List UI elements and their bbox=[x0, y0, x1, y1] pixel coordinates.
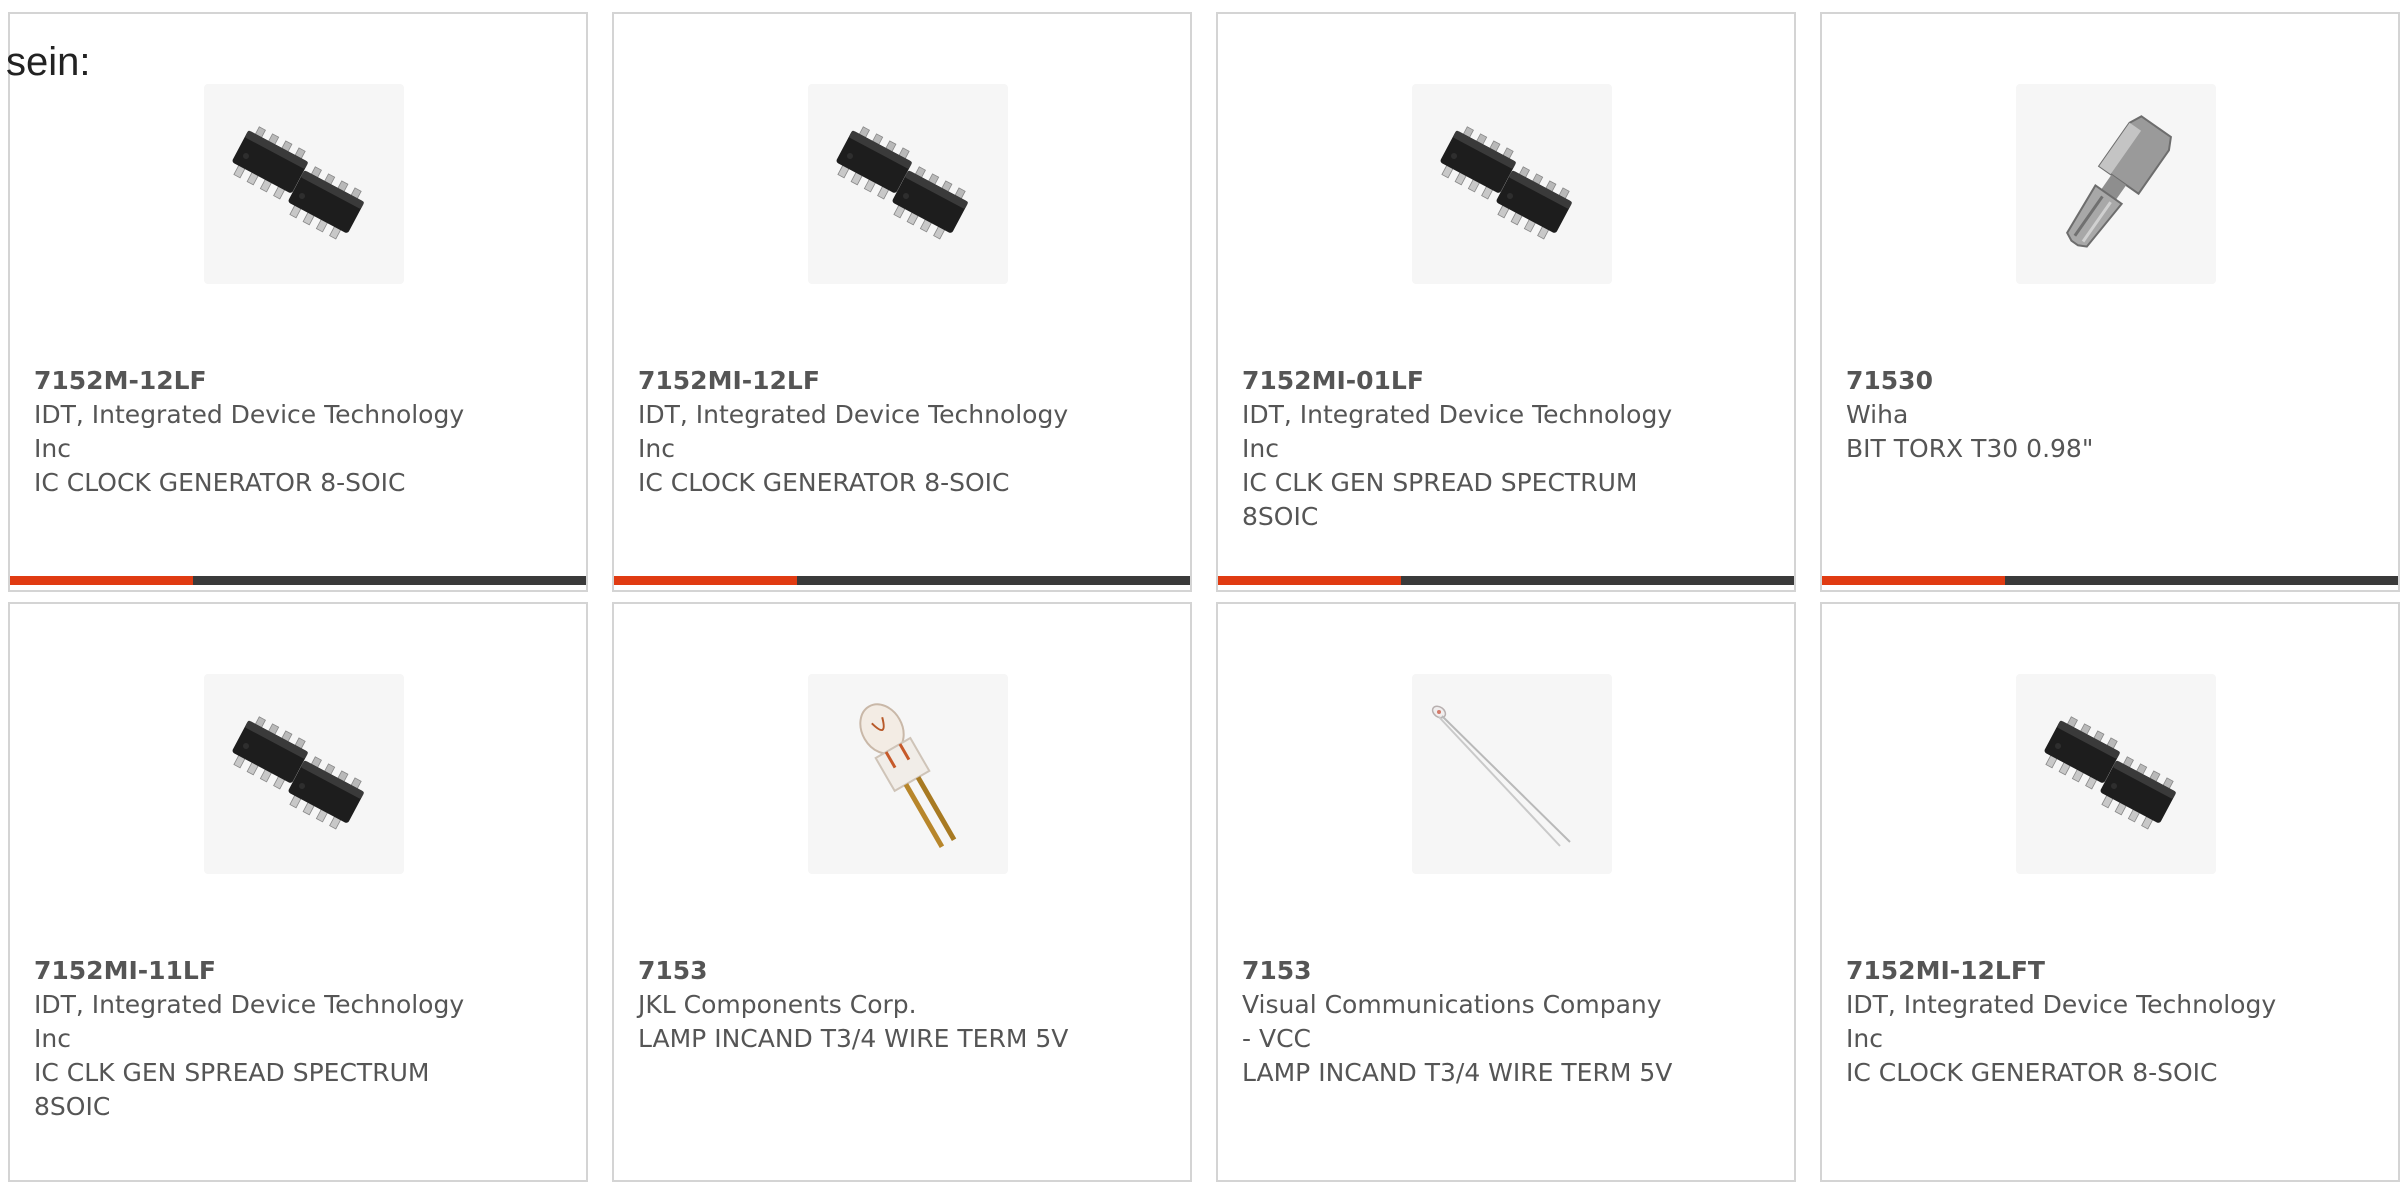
manufacturer: IDT, Integrated Device Technology Inc bbox=[1242, 400, 1673, 463]
card-bottom-bar bbox=[614, 576, 1190, 585]
description: IC CLOCK GENERATOR 8-SOIC bbox=[34, 468, 406, 497]
intro-text: sein: bbox=[6, 40, 91, 84]
description: LAMP INCAND T3/4 WIRE TERM 5V bbox=[1242, 1058, 1673, 1087]
ic-chip-icon[interactable] bbox=[204, 674, 404, 874]
card-bottom-bar bbox=[1218, 576, 1794, 585]
card-accent-bar bbox=[1218, 576, 1401, 585]
product-info: 7153 Visual Communications Company - VCC L… bbox=[1242, 954, 1674, 1090]
product-info: 7153 JKL Components Corp. LAMP INCAND T3/4… bbox=[638, 954, 1070, 1056]
description: BIT TORX T30 0.98" bbox=[1846, 434, 2094, 463]
card-bottom-bar bbox=[1822, 576, 2398, 585]
card-accent-bar bbox=[1822, 576, 2005, 585]
product-card[interactable]: 7152MI-12LF IDT, Integrated Device Techno… bbox=[612, 12, 1192, 592]
card-bottom-bar bbox=[10, 576, 586, 585]
manufacturer: IDT, Integrated Device Technology Inc bbox=[638, 400, 1069, 463]
manufacturer: IDT, Integrated Device Technology Inc bbox=[34, 400, 465, 463]
part-number-link[interactable]: 71530 bbox=[1846, 364, 2278, 398]
manufacturer: Wiha bbox=[1846, 400, 1909, 429]
product-card[interactable]: 7153 Visual Communications Company - VCC L… bbox=[1216, 602, 1796, 1182]
part-number-link[interactable]: 7152MI-12LFT bbox=[1846, 954, 2278, 988]
card-accent-bar bbox=[10, 576, 193, 585]
part-number-link[interactable]: 7152MI-11LF bbox=[34, 954, 466, 988]
manufacturer: Visual Communications Company - VCC bbox=[1242, 990, 1662, 1053]
manufacturer: IDT, Integrated Device Technology Inc bbox=[1846, 990, 2277, 1053]
ic-chip-icon[interactable] bbox=[808, 84, 1008, 284]
description: IC CLK GEN SPREAD SPECTRUM 8SOIC bbox=[34, 1058, 430, 1121]
description: IC CLOCK GENERATOR 8-SOIC bbox=[638, 468, 1010, 497]
part-number-link[interactable]: 7153 bbox=[638, 954, 1070, 988]
product-info: 7152MI-12LFT IDT, Integrated Device Techn… bbox=[1846, 954, 2278, 1090]
product-card[interactable]: 7152MI-12LFT IDT, Integrated Device Techn… bbox=[1820, 602, 2400, 1182]
product-info: 7152MI-12LF IDT, Integrated Device Techno… bbox=[638, 364, 1070, 500]
product-info: 71530 Wiha BIT TORX T30 0.98" bbox=[1846, 364, 2278, 466]
product-info: 7152MI-01LF IDT, Integrated Device Techno… bbox=[1242, 364, 1674, 534]
ic-chip-icon[interactable] bbox=[1412, 84, 1612, 284]
wire-lamp-icon[interactable] bbox=[1412, 674, 1612, 874]
manufacturer: IDT, Integrated Device Technology Inc bbox=[34, 990, 465, 1053]
lamp-icon[interactable] bbox=[808, 674, 1008, 874]
product-info: 7152MI-11LF IDT, Integrated Device Techno… bbox=[34, 954, 466, 1124]
part-number-link[interactable]: 7152MI-01LF bbox=[1242, 364, 1674, 398]
description: IC CLK GEN SPREAD SPECTRUM 8SOIC bbox=[1242, 468, 1638, 531]
part-number-link[interactable]: 7152M-12LF bbox=[34, 364, 466, 398]
torx-bit-icon[interactable] bbox=[2016, 84, 2216, 284]
description: LAMP INCAND T3/4 WIRE TERM 5V bbox=[638, 1024, 1069, 1053]
product-card[interactable]: 7152M-12LF IDT, Integrated Device Technol… bbox=[8, 12, 588, 592]
ic-chip-icon[interactable] bbox=[2016, 674, 2216, 874]
product-card[interactable]: 7153 JKL Components Corp. LAMP INCAND T3/4… bbox=[612, 602, 1192, 1182]
product-info: 7152M-12LF IDT, Integrated Device Technol… bbox=[34, 364, 466, 500]
ic-chip-icon[interactable] bbox=[204, 84, 404, 284]
manufacturer: JKL Components Corp. bbox=[638, 990, 917, 1019]
product-card[interactable]: 7152MI-01LF IDT, Integrated Device Techno… bbox=[1216, 12, 1796, 592]
description: IC CLOCK GENERATOR 8-SOIC bbox=[1846, 1058, 2218, 1087]
part-number-link[interactable]: 7152MI-12LF bbox=[638, 364, 1070, 398]
card-accent-bar bbox=[614, 576, 797, 585]
product-card[interactable]: 7152MI-11LF IDT, Integrated Device Techno… bbox=[8, 602, 588, 1182]
part-number-link[interactable]: 7153 bbox=[1242, 954, 1674, 988]
product-card[interactable]: 71530 Wiha BIT TORX T30 0.98" bbox=[1820, 12, 2400, 592]
